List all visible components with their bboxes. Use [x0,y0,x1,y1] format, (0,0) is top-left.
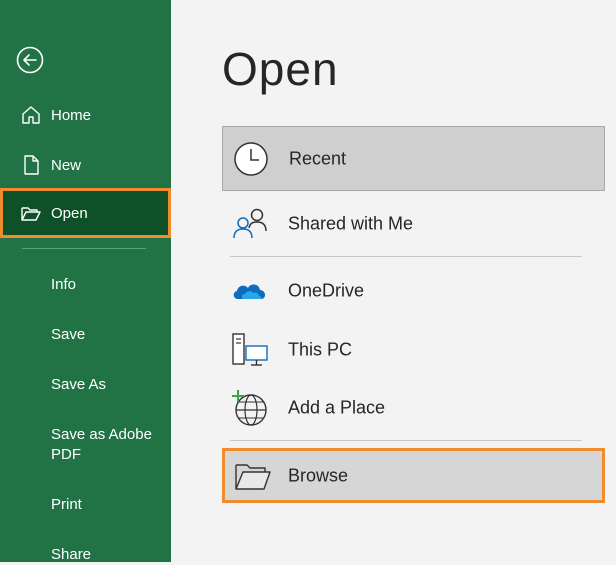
nav-save-as[interactable]: Save As [51,375,106,395]
location-shared-with-me-label: Shared with Me [288,213,414,234]
location-browse-label: Browse [288,465,349,485]
location-separator [230,440,582,441]
browse-folder-icon [233,456,273,496]
nav-new-label: New [51,156,82,174]
nav-print[interactable]: Print [51,495,82,515]
location-browse[interactable]: Browse [222,448,605,503]
nav-open[interactable]: Open [0,188,171,238]
pc-icon [230,330,270,370]
shared-users-icon [230,204,270,244]
location-recent[interactable]: Recent [222,126,605,191]
nav-info[interactable]: Info [51,275,76,295]
location-shared-with-me[interactable]: Shared with Me [222,196,605,252]
nav-open-label: Open [51,204,88,222]
nav-save[interactable]: Save [51,325,85,345]
onedrive-cloud-icon [230,271,270,311]
nav-save-as-adobe-pdf[interactable]: Save as Adobe PDF [51,425,161,465]
location-this-pc[interactable]: This PC [222,322,605,378]
location-onedrive[interactable]: OneDrive [222,263,605,319]
location-recent-label: Recent [289,148,347,168]
nav-share[interactable]: Share [51,545,91,565]
open-folder-icon [20,202,42,224]
location-add-a-place-label: Add a Place [288,397,386,418]
new-document-icon [20,154,42,176]
backstage-sidebar: Home New Open Info Save Save As Save as … [0,0,171,565]
location-onedrive-label: OneDrive [288,280,365,301]
nav-home-label: Home [51,106,92,124]
location-add-a-place[interactable]: Add a Place [222,380,605,436]
home-icon [20,104,42,126]
location-this-pc-label: This PC [288,339,353,360]
back-arrow-circle-icon [16,46,44,74]
back-button[interactable] [16,46,44,74]
clock-icon [231,139,271,179]
add-place-globe-icon [230,388,270,428]
nav-new[interactable]: New [0,140,171,190]
sidebar-divider [22,248,146,249]
nav-home[interactable]: Home [0,90,171,140]
location-separator [230,256,582,257]
page-title: Open [222,43,339,95]
